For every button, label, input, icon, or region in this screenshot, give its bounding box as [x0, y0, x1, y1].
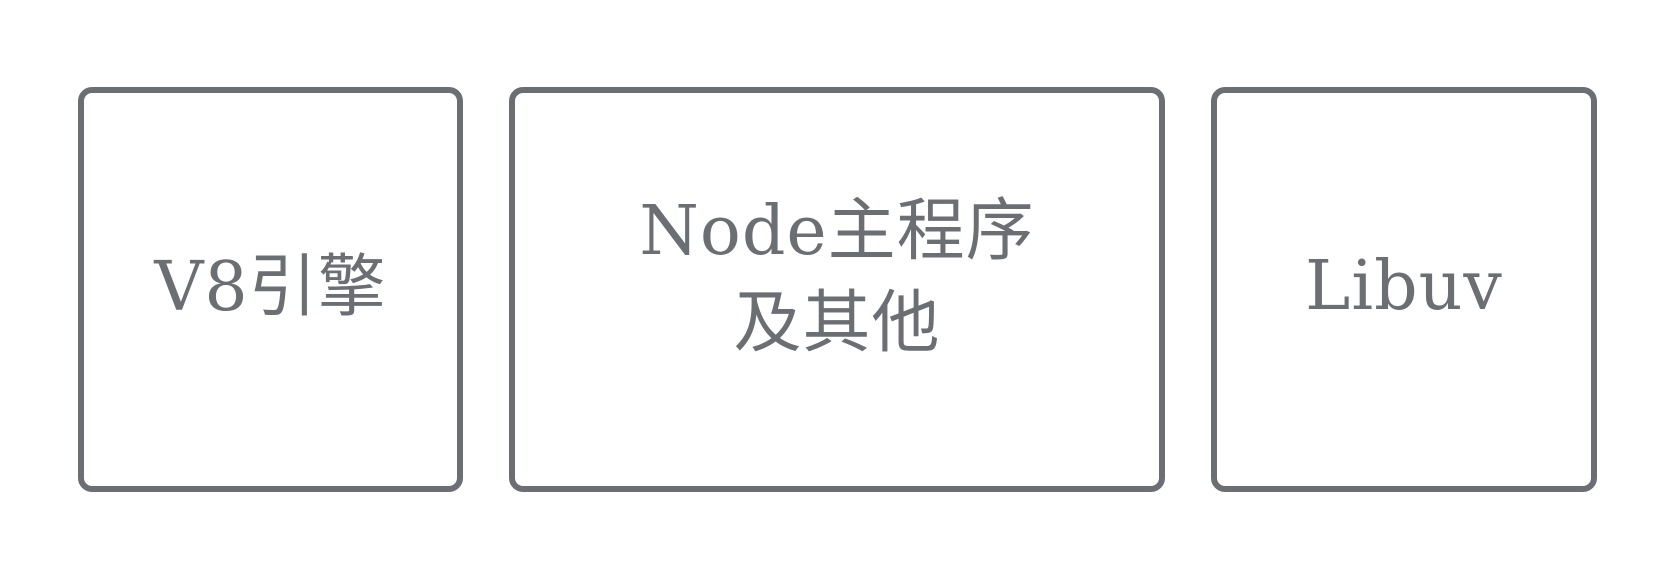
node-main-program-box: Node主程序 及其他	[509, 87, 1165, 492]
node-main-program-label: Node主程序 及其他	[639, 191, 1035, 363]
v8-engine-label: V8引擎	[154, 247, 387, 327]
architecture-diagram: V8引擎 Node主程序 及其他 Libuv	[0, 0, 1665, 562]
libuv-box: Libuv	[1211, 87, 1597, 492]
v8-engine-box: V8引擎	[78, 87, 463, 492]
libuv-label: Libuv	[1305, 246, 1503, 326]
